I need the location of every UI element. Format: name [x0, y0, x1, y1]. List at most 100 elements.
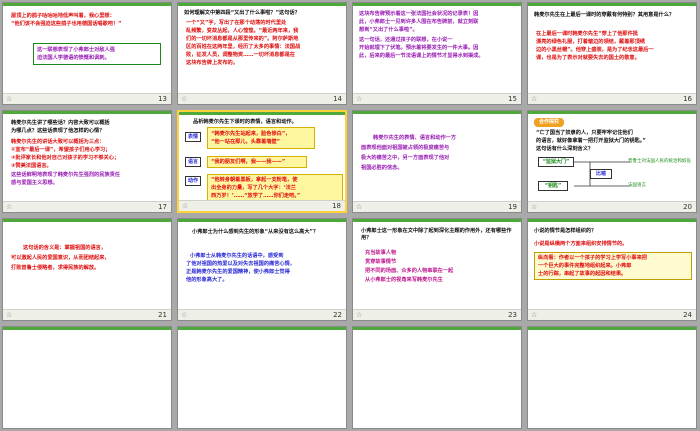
slide-number: 23: [508, 311, 517, 319]
slide-thumbnail-14[interactable]: 如何理解文中第四段“又出了什么事啦？”这句话？ 一个“又”字，写出了在那个动荡的…: [177, 2, 347, 105]
slide-text: 败，征发人员，调整物资……一切坏消息都是在: [186, 52, 295, 58]
slide-text: 小弗郎士从韩麦尔先生的话语中，感受到: [190, 253, 284, 259]
slide-top-bar: [353, 3, 521, 6]
slide-thumbnail-27[interactable]: [352, 326, 522, 429]
slide-number: 16: [683, 95, 692, 103]
slide-thumbnail-15[interactable]: 这块布告牌预示着这一张法国社会状况的记录表！因 此，小弗郎士一见到许多人围在布告…: [352, 2, 522, 105]
list-item: 充当故事人物: [365, 250, 397, 256]
slide-number: 18: [332, 202, 341, 210]
slide-title: 为哪几点？这些话表现了他怎样的心情？: [11, 128, 105, 134]
transition-star-icon: ☆: [181, 311, 188, 319]
slide-top-bar: [178, 327, 346, 330]
slide-thumbnail-24[interactable]: 小说的情节是怎样组织的？ 小说是纵横两个方面来组织安排情节的。 纵向看：作者以一…: [527, 218, 697, 321]
transition-star-icon: ☆: [6, 311, 13, 319]
slide-thumbnail-17[interactable]: 韩麦尔先生讲了哪些话？内容大致可以概括 为哪几点？这些话表现了他怎样的心情？ 韩…: [2, 110, 172, 213]
slide-text: 这块布告牌预示着这一张法国社会状况的记录表！因: [359, 11, 479, 17]
transition-star-icon: ☆: [356, 203, 363, 211]
transition-star-icon: ☆: [531, 203, 538, 211]
slide-text: 他的形象高大了。: [186, 277, 228, 283]
slide-number: 24: [683, 311, 692, 319]
slide-text: 小说是纵横两个方面来组织安排情节的。: [534, 241, 628, 247]
slide-text: 祖国必胜的信念。: [361, 165, 403, 171]
arrow-lines: [574, 161, 630, 187]
slide-top-bar: [3, 327, 171, 330]
keyword-key: “钥匙”: [538, 181, 568, 191]
badge-cooperative-inquiry: 合作探究: [534, 118, 564, 127]
slide-top-bar: [178, 3, 346, 6]
slide-text: 课，也是为了表示对就要失去的国土的敬意。: [536, 55, 640, 61]
slide-footer: ☆ 15: [353, 93, 521, 104]
slide-text: 感与爱国主义思想。: [11, 180, 58, 186]
slide-thumbnail-16[interactable]: 韩麦尔先生在上最后一课时的穿戴有何特别？其用意是什么？ 在上最后一课时韩麦尔先生…: [527, 2, 697, 105]
slide-text: 乱频繁，变故丛起，人心惶惶。“最近两年来，我: [186, 28, 299, 34]
slide-thumbnail-20[interactable]: 合作探究 “亡了国当了奴隶的人，只要牢牢记住他们 的语言，就好像拿着一把打开监狱…: [527, 110, 697, 213]
slide-top-bar: [178, 219, 346, 222]
slide-top-bar: [528, 111, 696, 114]
slide-text: 在上最后一课时韩麦尔先生“穿上了他那件挺: [536, 31, 638, 37]
slide-top-bar: [353, 219, 521, 222]
slide-footer: ☆ 24: [528, 309, 696, 320]
slide-thumbnail-26[interactable]: [177, 326, 347, 429]
transition-star-icon: ☆: [531, 311, 538, 319]
slide-thumbnail-22[interactable]: 小弗郎士为什么感到先生的形象“从来没有这么高大”？ 小弗郎士从韩麦尔先生的话语中…: [177, 218, 347, 321]
slide-thumbnail-18[interactable]: 品析韩麦尔先生下课时的表情，语言和动作。 表情 语言 动作 “韩麦尔先生站起来，…: [177, 110, 347, 213]
list-item: 从小弗郎士的视角来写韩麦尔先生: [365, 277, 443, 283]
slide-text: 这些话鲜明地表现了韩麦尔先生强烈的民族责任: [11, 172, 120, 178]
slide-number: 17: [158, 203, 167, 211]
slide-footer: ☆ 18: [179, 200, 345, 211]
slide-thumbnail-13[interactable]: 屋顶上的鸽子咕咕咕地低声叫着，我心里想： “他们该不会强迫这些鸽子也用德国话唱歌…: [2, 2, 172, 105]
box-text: 一个巨大的事件完整地组织起来。小弗郎: [538, 263, 632, 269]
transition-star-icon: ☆: [6, 203, 13, 211]
slide-text: 屋顶上的鸽子咕咕咕地低声叫着，我心里想：: [11, 13, 115, 19]
slide-thumbnail-25[interactable]: [2, 326, 172, 429]
slide-thumbnail-23[interactable]: 小弗郎士这一形象在文中除了起到深化主题的作用外，还有哪些作用？ 充当故事人物 贯…: [352, 218, 522, 321]
box-text: 纵向看：作者以一个孩子的学习上学写小事来把: [538, 255, 647, 261]
slide-number: 13: [158, 95, 167, 103]
slide-text: 这句话的含义是：掌握祖国的语言，: [23, 245, 107, 251]
slide-title: 小弗郎士为什么感到先生的形象“从来没有这么高大”？: [192, 229, 319, 235]
label-expression: 表情: [185, 132, 201, 142]
slide-text: ①宣布“最后一课”，希望孩子们用心学习；: [11, 147, 111, 153]
slide-title: 小说的情节是怎样组织的？: [534, 228, 597, 234]
keyword-prison-gate: “监狱大门”: [538, 157, 574, 167]
slide-text: 正是韩麦尔先生的爱国精神，使小弗郎士觉得: [186, 269, 290, 275]
box-text: “我的朋友们啊，我——我——”: [211, 159, 286, 165]
label-language: 语言: [185, 157, 201, 167]
slide-text: 这块布告牌上发布的。: [186, 60, 238, 66]
slide-text: ②批评家长和他对自己对孩子的学习不够关心；: [11, 155, 120, 161]
slide-title: 韩麦尔先生在上最后一课时的穿戴有何特别？其用意是什么？: [534, 12, 675, 18]
slide-title: 小弗郎士这一形象在文中除了起到深化主题的作用外，还有哪些作用？: [361, 228, 512, 242]
slide-top-bar: [528, 3, 696, 6]
slide-title: 如何理解文中第四段“又出了什么事啦？”这句话？: [184, 10, 300, 16]
slide-text: 开始就埋下了伏笔。预示着将要发生的一件大事。因: [359, 45, 479, 51]
slide-text: 韩麦尔先生的讲话大致可以概括为三点：: [11, 139, 105, 145]
slide-text: 想到“又出了什么事啦”。: [359, 27, 418, 33]
highlight-box: 这一联想表现了小弗郎士对敌人强 迫法国人学德语的愤慨和讽刺。: [33, 43, 161, 65]
slide-footer: ☆ 13: [3, 93, 171, 104]
slide-text: 了他对祖国的热爱以及对失去祖国的痛苦心情，: [186, 261, 295, 267]
quote-box-language: “我的朋友们啊，我——我——”: [207, 156, 307, 168]
slide-footer: ☆ 22: [178, 309, 346, 320]
transition-star-icon: ☆: [356, 311, 363, 319]
list-item: 把不同的场面、众多的人物串联在一起: [365, 268, 454, 274]
box-text: 出全身的力量，写了几个大字：‘法兰: [211, 185, 296, 191]
transition-star-icon: ☆: [531, 95, 538, 103]
slide-text: 可以激起人民的爱国意识，从而团结起来，: [11, 255, 110, 261]
slide-top-bar: [3, 111, 171, 114]
slide-number: 19: [508, 203, 517, 211]
quote-box-expression: “韩麦尔先生站起来，脸色惨白”， “他一站在那儿，头靠着墙壁”: [207, 127, 315, 149]
transition-star-icon: ☆: [6, 95, 13, 103]
slide-number: 15: [508, 95, 517, 103]
transition-star-icon: ☆: [182, 202, 189, 210]
slide-footer: ☆ 21: [3, 309, 171, 320]
list-item: 贯穿故事情节: [365, 259, 397, 265]
slide-top-bar: [353, 111, 521, 114]
slide-text: 们的一切坏消息都是从那里传来的”。阿尔萨斯地: [186, 36, 299, 42]
slide-thumbnail-19[interactable]: 韩麦尔先生的表情、语言和动作一方 面表现他面对祖国被占领的极度痛苦与 极大的痛苦…: [352, 110, 522, 213]
slide-text: 漂亮的绿色礼服，打着皱边的领结，戴着那顶绣: [536, 39, 645, 45]
box-text: 这一联想表现了小弗郎士对敌人强: [37, 47, 115, 53]
slide-text: 区的百姓在这两年里，经历了太多的事情：法国战: [186, 44, 301, 50]
slide-thumbnail-28[interactable]: [527, 326, 697, 429]
slide-top-bar: [3, 3, 171, 6]
slide-thumbnail-21[interactable]: 这句话的含义是：掌握祖国的语言， 可以激起人民的爱国意识，从而团结起来， 打败普…: [2, 218, 172, 321]
